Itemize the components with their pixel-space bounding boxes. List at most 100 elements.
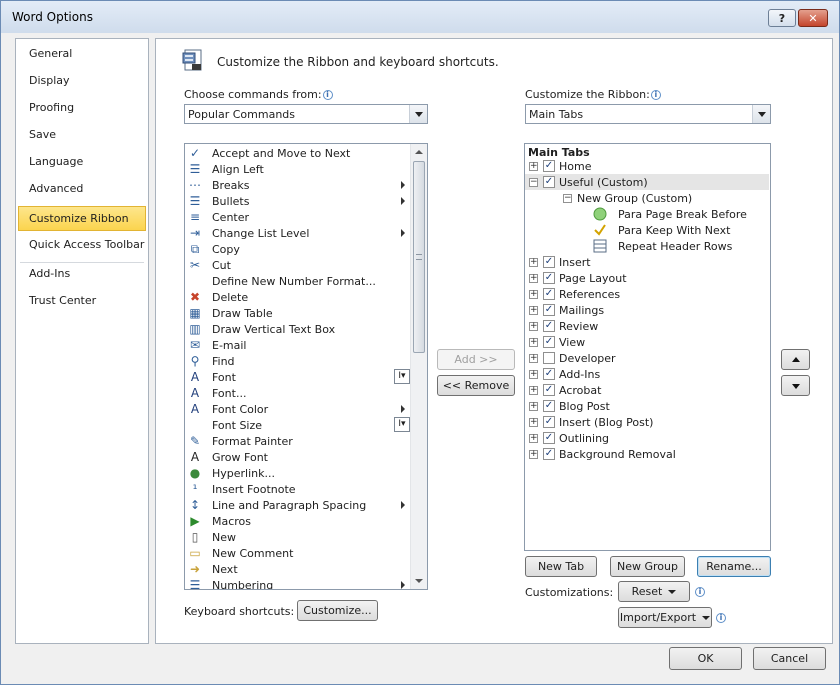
nav-item-proofing[interactable]: Proofing xyxy=(29,101,74,114)
tree-item-para-page-break-before[interactable]: Para Page Break Before xyxy=(525,206,769,222)
ok-button[interactable]: OK xyxy=(669,647,742,670)
nav-item-advanced[interactable]: Advanced xyxy=(29,182,83,195)
list-item[interactable]: ✂ Cut xyxy=(185,257,411,273)
scroll-up-icon[interactable] xyxy=(415,150,423,154)
tree-item-references[interactable]: + ✓ References xyxy=(525,286,769,302)
tab-checkbox[interactable]: ✓ xyxy=(543,336,555,348)
help-button[interactable]: ? xyxy=(768,9,796,27)
expand-icon[interactable]: + xyxy=(529,370,538,379)
tree-item-background-removal[interactable]: + ✓ Background Removal xyxy=(525,446,769,462)
tab-checkbox[interactable]: ✓ xyxy=(543,416,555,428)
move-up-button[interactable] xyxy=(781,349,810,370)
expand-icon[interactable]: + xyxy=(529,450,538,459)
commands-scrollbar[interactable] xyxy=(410,144,427,589)
list-item[interactable]: ● Hyperlink... xyxy=(185,465,411,481)
nav-item-add-ins[interactable]: Add-Ins xyxy=(29,267,70,280)
tree-item-insert-blog-post-[interactable]: + ✓ Insert (Blog Post) xyxy=(525,414,769,430)
chevron-down-icon[interactable] xyxy=(752,105,770,123)
list-item[interactable]: ≡ Center xyxy=(185,209,411,225)
tab-checkbox[interactable]: ✓ xyxy=(543,176,555,188)
list-item[interactable]: ▯ New xyxy=(185,529,411,545)
list-item[interactable]: ⇥ Change List Level xyxy=(185,225,411,241)
reset-button[interactable]: Reset xyxy=(618,581,690,602)
tab-checkbox[interactable]: ✓ xyxy=(543,448,555,460)
tree-item-para-keep-with-next[interactable]: Para Keep With Next xyxy=(525,222,769,238)
list-item[interactable]: ➜ Next xyxy=(185,561,411,577)
expand-icon[interactable]: + xyxy=(529,258,538,267)
tab-checkbox[interactable]: ✓ xyxy=(543,320,555,332)
list-item[interactable]: ⚲ Find xyxy=(185,353,411,369)
list-item[interactable]: ¹ Insert Footnote xyxy=(185,481,411,497)
scroll-thumb[interactable] xyxy=(413,161,425,353)
list-item[interactable]: ✎ Format Painter xyxy=(185,433,411,449)
tree-item-insert[interactable]: + ✓ Insert xyxy=(525,254,769,270)
tree-item-blog-post[interactable]: + ✓ Blog Post xyxy=(525,398,769,414)
list-item[interactable]: A Font Color xyxy=(185,401,411,417)
nav-item-quick-access-toolbar[interactable]: Quick Access Toolbar xyxy=(29,238,144,251)
list-item[interactable]: A Font... xyxy=(185,385,411,401)
cancel-button[interactable]: Cancel xyxy=(753,647,826,670)
list-item[interactable]: A Font I▾ xyxy=(185,369,411,385)
expand-icon[interactable]: + xyxy=(529,354,538,363)
tab-checkbox[interactable]: ✓ xyxy=(543,400,555,412)
expand-icon[interactable]: + xyxy=(529,290,538,299)
list-item[interactable]: ✓ Accept and Move to Next xyxy=(185,145,411,161)
expand-icon[interactable]: + xyxy=(529,402,538,411)
tab-checkbox[interactable]: ✓ xyxy=(543,384,555,396)
add-button[interactable]: Add >> xyxy=(437,349,515,370)
new-group-button[interactable]: New Group xyxy=(610,556,685,577)
tab-checkbox[interactable] xyxy=(543,352,555,364)
rename-button[interactable]: Rename... xyxy=(697,556,771,577)
nav-item-display[interactable]: Display xyxy=(29,74,70,87)
list-item[interactable]: Define New Number Format... xyxy=(185,273,411,289)
expand-icon[interactable]: + xyxy=(529,322,538,331)
move-down-button[interactable] xyxy=(781,375,810,396)
new-tab-button[interactable]: New Tab xyxy=(525,556,597,577)
expand-icon[interactable]: + xyxy=(529,338,538,347)
tree-item-useful-custom-[interactable]: − ✓ Useful (Custom) xyxy=(525,174,769,190)
remove-button[interactable]: << Remove xyxy=(437,375,515,396)
list-item[interactable]: ☰ Bullets xyxy=(185,193,411,209)
nav-item-language[interactable]: Language xyxy=(29,155,83,168)
tab-checkbox[interactable]: ✓ xyxy=(543,432,555,444)
expand-icon[interactable]: + xyxy=(529,274,538,283)
nav-item-trust-center[interactable]: Trust Center xyxy=(29,294,96,307)
import-export-button[interactable]: Import/Export xyxy=(618,607,712,628)
choose-commands-select[interactable]: Popular Commands xyxy=(184,104,428,124)
list-item[interactable]: ↕ Line and Paragraph Spacing xyxy=(185,497,411,513)
list-item[interactable]: ☰ Align Left xyxy=(185,161,411,177)
tab-checkbox[interactable]: ✓ xyxy=(543,288,555,300)
expand-icon[interactable]: + xyxy=(529,386,538,395)
list-item[interactable]: Font Size I▾ xyxy=(185,417,411,433)
list-item[interactable]: ✉ E-mail xyxy=(185,337,411,353)
tab-checkbox[interactable]: ✓ xyxy=(543,160,555,172)
tree-item-mailings[interactable]: + ✓ Mailings xyxy=(525,302,769,318)
tree-item-repeat-header-rows[interactable]: Repeat Header Rows xyxy=(525,238,769,254)
customize-ribbon-select[interactable]: Main Tabs xyxy=(525,104,771,124)
list-item[interactable]: ☰ Numbering xyxy=(185,577,411,589)
tree-item-acrobat[interactable]: + ✓ Acrobat xyxy=(525,382,769,398)
expand-icon[interactable]: + xyxy=(529,162,538,171)
list-item[interactable]: ⋯ Breaks xyxy=(185,177,411,193)
collapse-icon[interactable]: − xyxy=(529,178,538,187)
tree-item-new-group-custom-[interactable]: − New Group (Custom) xyxy=(525,190,769,206)
tab-checkbox[interactable]: ✓ xyxy=(543,272,555,284)
nav-item-general[interactable]: General xyxy=(29,47,72,60)
collapse-icon[interactable]: − xyxy=(563,194,572,203)
scroll-down-icon[interactable] xyxy=(415,579,423,583)
close-button[interactable]: ✕ xyxy=(798,9,828,27)
tree-item-developer[interactable]: + Developer xyxy=(525,350,769,366)
expand-icon[interactable]: + xyxy=(529,418,538,427)
list-item[interactable]: ✖ Delete xyxy=(185,289,411,305)
list-item[interactable]: ⧉ Copy xyxy=(185,241,411,257)
expand-icon[interactable]: + xyxy=(529,434,538,443)
list-item[interactable]: ▶ Macros xyxy=(185,513,411,529)
tab-checkbox[interactable]: ✓ xyxy=(543,256,555,268)
tree-item-view[interactable]: + ✓ View xyxy=(525,334,769,350)
list-item[interactable]: ▥ Draw Vertical Text Box xyxy=(185,321,411,337)
list-item[interactable]: ▦ Draw Table xyxy=(185,305,411,321)
nav-item-save[interactable]: Save xyxy=(29,128,56,141)
tab-checkbox[interactable]: ✓ xyxy=(543,304,555,316)
tree-item-add-ins[interactable]: + ✓ Add-Ins xyxy=(525,366,769,382)
nav-item-customize-ribbon[interactable]: Customize Ribbon xyxy=(18,206,146,231)
